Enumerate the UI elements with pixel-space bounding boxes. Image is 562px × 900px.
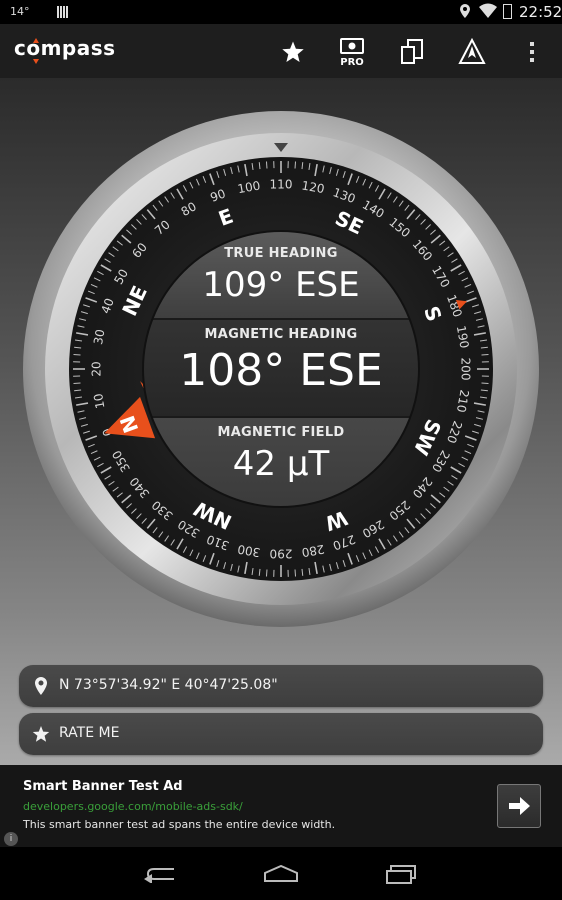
- coordinates-text: N 73°57'34.92" E 40°47'25.08": [59, 677, 278, 693]
- clock-text: 22:52: [519, 3, 562, 21]
- location-pin-icon: [35, 677, 47, 695]
- magnetic-field-value: 42 μT: [232, 444, 330, 484]
- home-icon: [264, 865, 298, 882]
- degree-label: 30: [91, 328, 107, 345]
- overflow-menu-button[interactable]: [512, 32, 552, 72]
- recent-apps-icon: [386, 865, 416, 884]
- map-compass-button[interactable]: [452, 32, 492, 72]
- home-button[interactable]: [251, 856, 311, 892]
- star-icon: [282, 41, 304, 62]
- magnetic-heading-value: 108° ESE: [179, 345, 383, 396]
- overflow-menu-icon: [530, 42, 534, 62]
- ad-url[interactable]: developers.google.com/mobile-ads-sdk/: [23, 800, 243, 813]
- location-status-icon: [460, 4, 470, 18]
- compass-logo: compass: [14, 36, 116, 64]
- battery-icon: [503, 4, 512, 19]
- location-row[interactable]: N 73°57'34.92" E 40°47'25.08": [19, 665, 543, 707]
- true-heading-label: TRUE HEADING: [224, 246, 338, 261]
- favorite-button[interactable]: [273, 32, 313, 72]
- wifi-icon: [479, 3, 497, 18]
- recent-apps-button[interactable]: [371, 856, 431, 892]
- status-bar: 14° 22:52: [0, 0, 562, 24]
- true-heading: TRUE HEADING 109° ESE: [140, 246, 422, 305]
- degree-label: 110: [270, 178, 293, 192]
- pro-button[interactable]: PRO: [332, 32, 372, 72]
- magnetic-field-label: MAGNETIC FIELD: [217, 425, 345, 440]
- magnetic-field: MAGNETIC FIELD 42 μT: [140, 425, 422, 484]
- svg-text:compass: compass: [14, 36, 116, 60]
- rotate-screen-button[interactable]: [393, 32, 433, 72]
- arrow-right-icon: [509, 797, 530, 815]
- magnetic-heading: MAGNETIC HEADING 108° ESE: [140, 327, 422, 396]
- ad-banner[interactable]: Smart Banner Test Ad developers.google.c…: [0, 765, 562, 847]
- ad-go-button[interactable]: [497, 784, 541, 828]
- back-icon: [144, 868, 174, 883]
- true-heading-value: 109° ESE: [202, 265, 360, 305]
- ad-description: This smart banner test ad spans the enti…: [23, 818, 336, 831]
- app-logo: compass: [14, 34, 116, 69]
- ad-info-icon[interactable]: i: [4, 832, 18, 846]
- barcode-notification-icon: [57, 6, 69, 18]
- rate-me-label: RATE ME: [59, 725, 120, 741]
- degree-label: 10: [91, 392, 107, 409]
- degree-label: 290: [270, 547, 293, 561]
- pro-icon: PRO: [340, 38, 364, 67]
- ad-title: Smart Banner Test Ad: [23, 779, 183, 794]
- degree-label: 20: [90, 361, 104, 376]
- back-button[interactable]: [131, 856, 191, 892]
- map-compass-icon: [458, 38, 486, 64]
- action-bar: compass PRO: [0, 24, 562, 78]
- temperature-text: 14°: [10, 5, 30, 18]
- rotate-screen-icon: [401, 39, 423, 64]
- rate-me-row[interactable]: RATE ME: [19, 713, 543, 755]
- degree-label: 200: [459, 358, 473, 381]
- svg-text:PRO: PRO: [340, 57, 364, 67]
- magnetic-heading-label: MAGNETIC HEADING: [204, 327, 358, 342]
- star-icon: [32, 726, 50, 742]
- navigation-bar: [0, 847, 562, 900]
